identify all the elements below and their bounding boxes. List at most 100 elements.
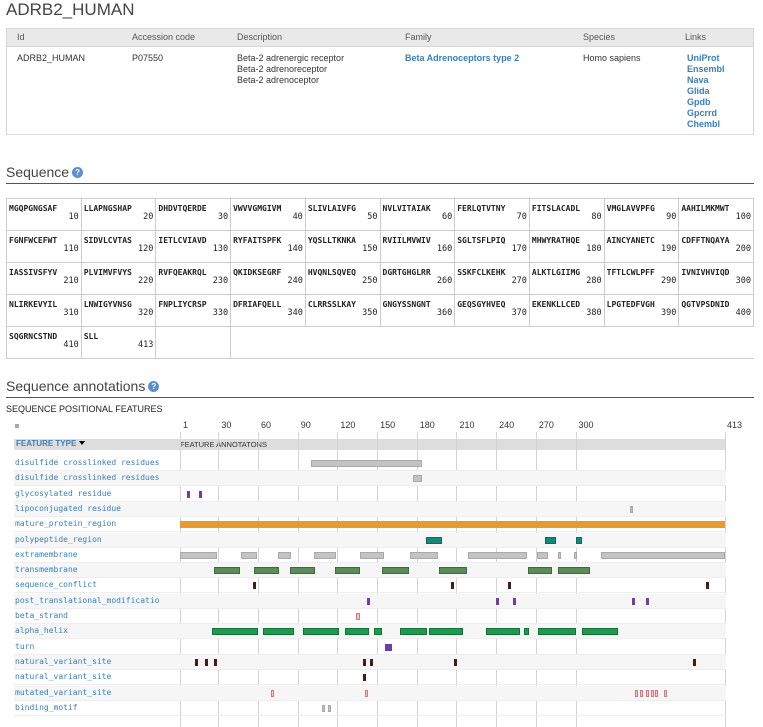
feature-type-label[interactable]: transmembrane	[15, 565, 179, 574]
feature-segment[interactable]	[545, 536, 556, 544]
feature-segment[interactable]	[399, 628, 428, 636]
feature-segment[interactable]	[508, 582, 512, 590]
feature-segment[interactable]	[289, 567, 315, 575]
feature-segment[interactable]	[451, 582, 455, 590]
family-link[interactable]: Beta Adrenoceptors type 2	[405, 53, 519, 63]
feature-segment[interactable]	[303, 628, 339, 636]
feature-type-label[interactable]: binding_motif	[15, 703, 179, 712]
residue-position: 350	[362, 308, 378, 318]
settings-square-icon[interactable]	[15, 424, 19, 428]
feature-type-label[interactable]: natural_variant_site	[15, 672, 179, 681]
link-gpdb[interactable]: Gpdb	[687, 97, 725, 108]
feature-segment[interactable]	[313, 551, 337, 559]
feature-segment[interactable]	[328, 704, 332, 712]
feature-segment[interactable]	[706, 582, 710, 590]
feature-segment[interactable]	[575, 536, 583, 544]
feature-segment[interactable]	[310, 460, 423, 467]
feature-segment[interactable]	[645, 597, 649, 605]
link-nava[interactable]: Nava	[687, 75, 725, 86]
feature-segment[interactable]	[198, 490, 202, 498]
feature-segment[interactable]	[374, 628, 383, 636]
feature-type-label[interactable]: polypeptide_region	[15, 535, 179, 544]
feature-segment[interactable]	[334, 567, 360, 575]
feature-segment[interactable]	[180, 521, 725, 529]
feature-type-label[interactable]: disulfide crosslinked residues	[15, 473, 179, 482]
feature-segment[interactable]	[600, 551, 725, 559]
feature-type-label[interactable]: post_translational_modificatio	[15, 596, 179, 605]
feature-segment[interactable]	[629, 505, 633, 513]
feature-type-label[interactable]: beta_strand	[15, 611, 179, 620]
help-icon[interactable]: ?	[72, 167, 84, 178]
feature-segment[interactable]	[527, 567, 552, 575]
feature-segment[interactable]	[271, 689, 275, 697]
link-uniprot[interactable]: UniProt	[687, 53, 725, 64]
feature-segment[interactable]	[410, 551, 438, 559]
feature-segment[interactable]	[664, 689, 668, 697]
feature-segment[interactable]	[574, 551, 578, 559]
feature-segment[interactable]	[650, 689, 654, 697]
feature-type-label[interactable]: natural_variant_site	[15, 657, 179, 666]
feature-segment[interactable]	[366, 597, 370, 605]
feature-segment[interactable]	[345, 628, 370, 636]
sequence-cell: SLL 413	[81, 327, 157, 359]
feature-segment[interactable]	[194, 658, 198, 666]
feature-type-label[interactable]: sequence_conflict	[15, 580, 179, 589]
feature-type-label[interactable]: extramembrane	[15, 550, 179, 559]
feature-segment[interactable]	[205, 658, 209, 666]
feature-type-label[interactable]: lipoconjugated residue	[15, 504, 179, 513]
feature-segment[interactable]	[263, 628, 294, 636]
feature-segment[interactable]	[180, 551, 218, 559]
feature-segment[interactable]	[240, 551, 257, 559]
feature-segment[interactable]	[654, 689, 658, 697]
sequence-cell: SSKFCLKEHK 270	[455, 263, 530, 295]
feature-segment[interactable]	[385, 643, 392, 651]
feature-segment[interactable]	[582, 628, 618, 636]
feature-segment[interactable]	[321, 704, 325, 712]
feature-segment[interactable]	[362, 674, 366, 682]
feature-segment[interactable]	[412, 475, 423, 483]
feature-segment[interactable]	[186, 490, 190, 498]
feature-segment[interactable]	[355, 613, 360, 620]
help-icon[interactable]: ?	[148, 381, 160, 392]
feature-segment[interactable]	[277, 551, 292, 559]
feature-type-label[interactable]: glycosylated residue	[15, 489, 179, 498]
feature-type-label[interactable]: alpha_helix	[15, 626, 179, 635]
feature-segment[interactable]	[453, 658, 457, 666]
feature-segment[interactable]	[523, 628, 530, 636]
feature-segment[interactable]	[428, 628, 464, 636]
feature-segment[interactable]	[645, 689, 649, 697]
link-glida[interactable]: Glida	[687, 86, 725, 97]
feature-segment[interactable]	[254, 567, 280, 575]
feature-type-label[interactable]: disulfide crosslinked residues	[15, 458, 179, 467]
feature-type-sort[interactable]: FEATURE TYPE	[16, 439, 86, 448]
feature-type-label[interactable]: mutated_variant_site	[15, 688, 179, 697]
link-chembl[interactable]: Chembl	[687, 119, 725, 130]
feature-segment[interactable]	[485, 628, 520, 636]
feature-segment[interactable]	[426, 536, 442, 544]
feature-segment[interactable]	[252, 582, 256, 590]
feature-segment[interactable]	[214, 567, 240, 575]
feature-segment[interactable]	[211, 628, 259, 636]
feature-type-label[interactable]: turn	[15, 642, 179, 651]
feature-type-label[interactable]: mature_protein_region	[15, 519, 179, 528]
feature-segment[interactable]	[214, 658, 218, 666]
feature-segment[interactable]	[558, 567, 591, 575]
feature-segment[interactable]	[362, 658, 366, 666]
link-ensembl[interactable]: Ensembl	[687, 64, 725, 75]
feature-segment[interactable]	[370, 658, 374, 666]
feature-segment[interactable]	[640, 689, 644, 697]
feature-segment[interactable]	[382, 567, 409, 575]
feature-segment[interactable]	[496, 597, 500, 605]
feature-segment[interactable]	[359, 551, 384, 559]
feature-segment[interactable]	[558, 551, 562, 559]
feature-segment[interactable]	[468, 551, 527, 559]
feature-segment[interactable]	[513, 597, 517, 605]
feature-segment[interactable]	[538, 628, 576, 636]
feature-segment[interactable]	[635, 689, 639, 697]
feature-segment[interactable]	[537, 551, 548, 559]
feature-segment[interactable]	[365, 689, 369, 697]
feature-segment[interactable]	[632, 597, 636, 605]
feature-segment[interactable]	[439, 567, 468, 575]
feature-segment[interactable]	[693, 658, 697, 666]
link-gpcrrd[interactable]: Gpcrrd	[687, 108, 725, 119]
